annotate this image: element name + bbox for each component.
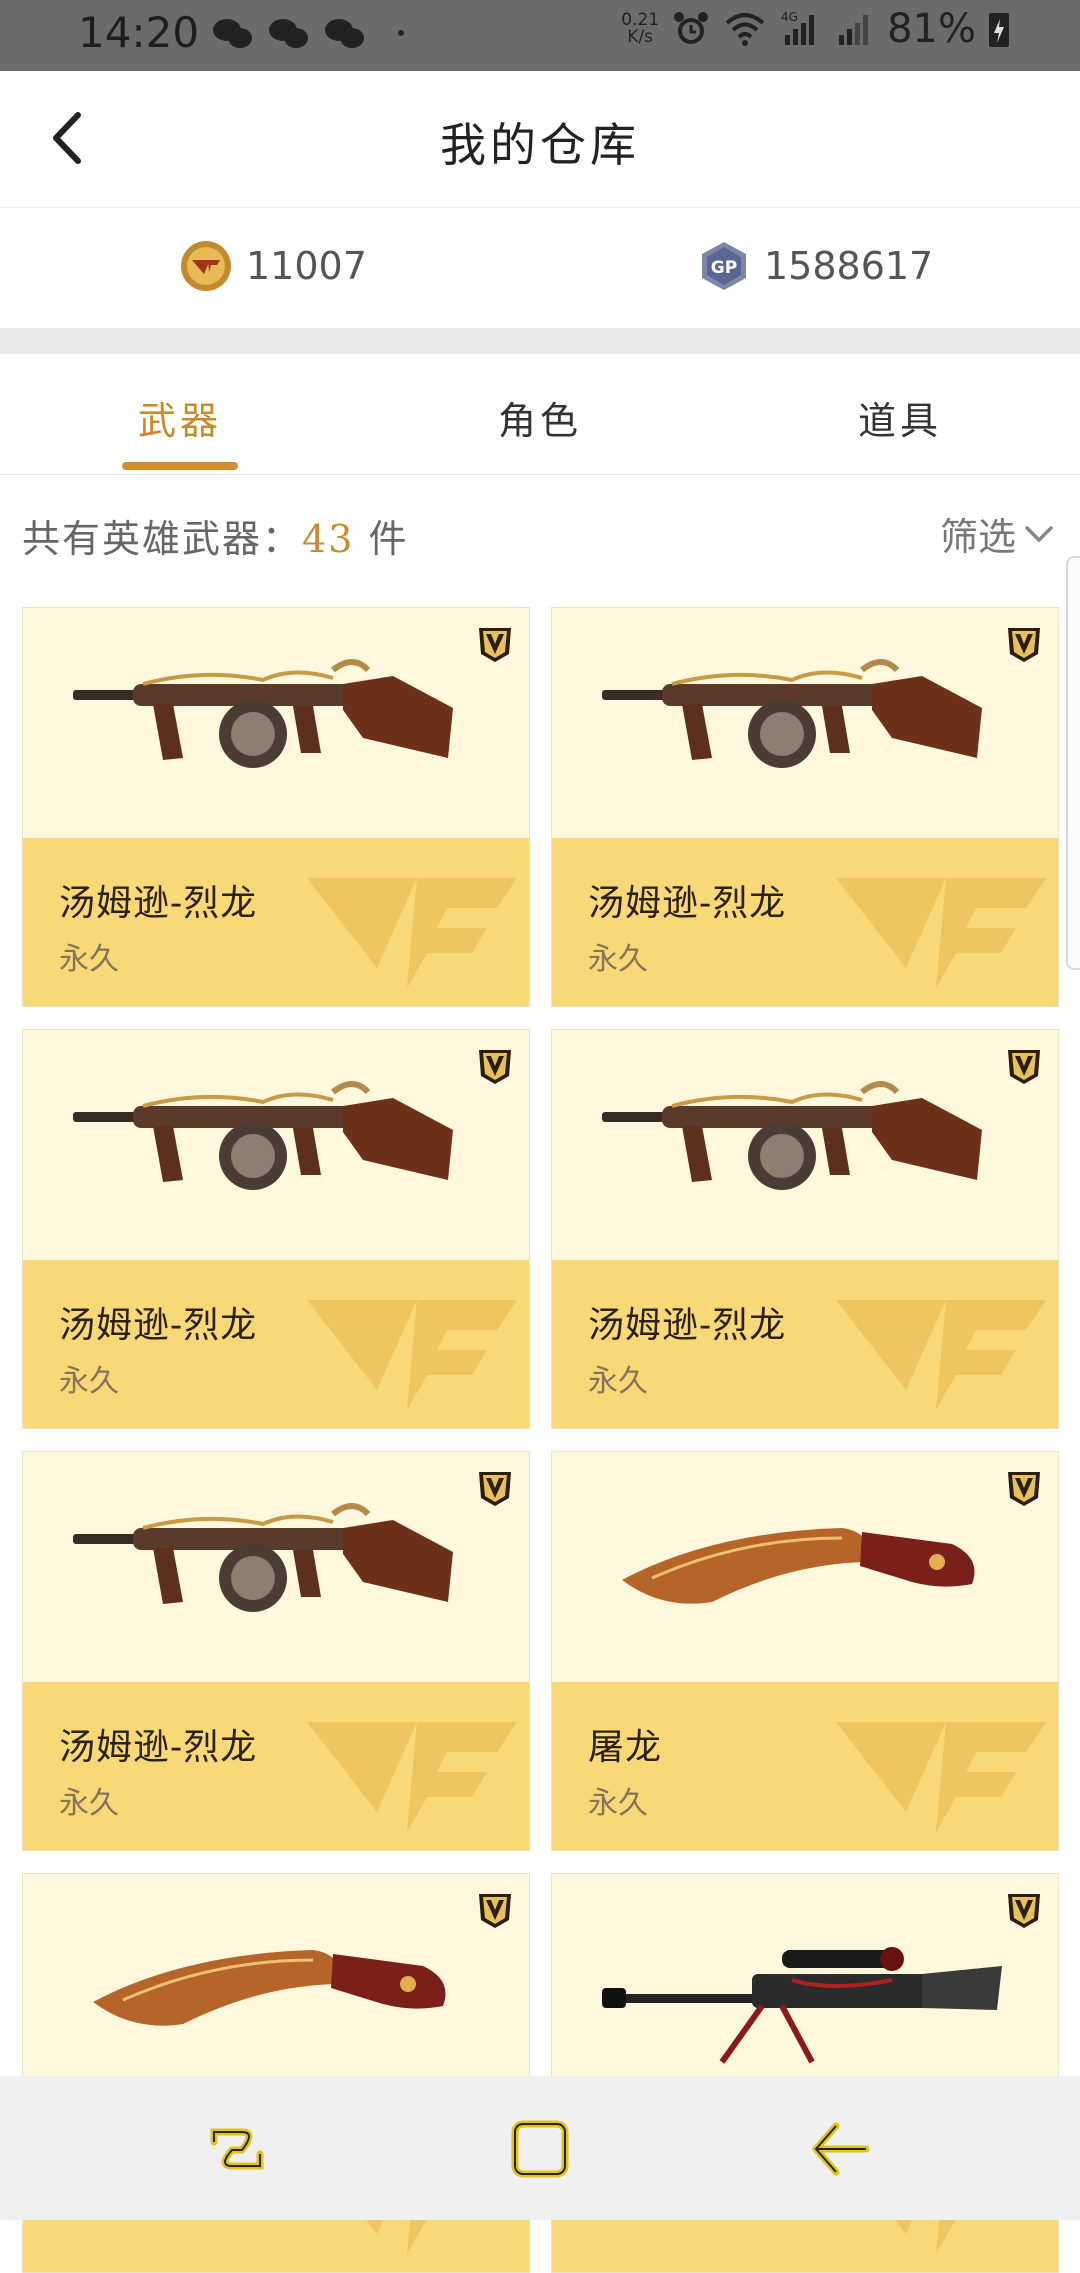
vip-badge-icon [1008,1894,1040,1928]
home-icon[interactable] [505,2114,575,2184]
weapon-card[interactable]: 汤姆逊-烈龙永久 [551,607,1059,1007]
vip-badge-icon [1008,1472,1040,1506]
vip-badge-icon [1008,1050,1040,1084]
network-speed: 0.21 K/s [621,10,660,47]
system-nav-bar [0,2076,1080,2220]
vip-badge-icon [479,628,511,662]
weapon-count-number: 43 [302,517,355,561]
weapon-duration: 永久 [59,942,119,977]
weapon-info-area: 汤姆逊-烈龙永久 [23,1682,529,1850]
battery-charging-icon [989,13,1009,47]
cf-watermark-logo [836,1300,1046,1410]
weapon-info-area: 屠龙 永久 [552,1682,1058,1850]
status-bar: 14:20 0.21 K/s 4G 81% [0,0,1080,71]
filter-button[interactable]: 筛选 [940,506,1056,561]
cf-points: 11007 [180,240,367,292]
more-notifications-dot [398,30,404,36]
status-time: 14:20 [78,8,200,57]
signal-icon [839,15,869,45]
weapon-image-area [23,1874,529,2104]
tab-characters[interactable]: 角色 [440,390,640,445]
vip-badge-icon [479,1472,511,1506]
weapon-name: 汤姆逊-烈龙 [59,1305,258,1346]
vip-badge-icon [1008,628,1040,662]
kukri-knife-image [622,1528,975,1604]
weapon-image-area [23,608,529,838]
scroll-handle[interactable] [1066,556,1080,970]
weapon-card[interactable]: 汤姆逊-烈龙永久 [22,1451,530,1851]
alarm-icon [674,12,709,44]
cf-points-value: 11007 [246,244,367,288]
weapon-name: 汤姆逊-烈龙 [59,1727,258,1768]
weapon-info-area: 汤姆逊-烈龙永久 [23,1260,529,1428]
weapon-image-area [552,1874,1058,2104]
weapon-image-area [552,1452,1058,1682]
vip-badge-icon [479,1894,511,1928]
tab-weapons[interactable]: 武器 [80,390,280,445]
weapon-name: 汤姆逊-烈龙 [588,1305,787,1346]
wechat-icon [266,14,310,54]
cf-watermark-logo [307,878,517,988]
smg-image [602,1081,982,1190]
chevron-down-icon [1025,525,1053,542]
cf-watermark-logo [307,1722,517,1832]
section-divider [0,328,1080,354]
cf-coin-icon [181,241,231,291]
weapon-name: 屠龙 [588,1727,663,1768]
weapon-info-area: 汤姆逊-烈龙永久 [552,1260,1058,1428]
filter-label: 筛选 [939,515,1016,559]
category-tabs: 武器 角色 道具 [0,354,1080,475]
cf-watermark-logo [836,1722,1046,1832]
svg-text:4G: 4G [781,10,798,24]
weapon-image-area [23,1452,529,1682]
weapon-duration: 永久 [588,942,648,977]
weapon-card[interactable]: 汤姆逊-烈龙永久 [22,1029,530,1429]
weapon-name: 汤姆逊-烈龙 [59,883,258,924]
smg-image [73,1503,453,1612]
weapon-card[interactable]: 汤姆逊-烈龙永久 [551,1029,1059,1429]
cf-watermark-logo [307,1300,517,1410]
weapon-card[interactable]: 汤姆逊-烈龙永久 [22,607,530,1007]
wechat-icon [322,14,366,54]
wechat-icon [210,14,254,54]
currency-bar: 11007 GP 1588617 [0,208,1080,328]
weapon-name: 汤姆逊-烈龙 [588,883,787,924]
weapon-image-area [23,1030,529,1260]
tab-items[interactable]: 道具 [800,390,1000,445]
signal-icon: 4G [781,10,815,45]
weapon-duration: 永久 [59,1364,119,1399]
notification-icons [210,14,366,54]
weapon-image-area [552,1030,1058,1260]
vip-badge-icon [479,1050,511,1084]
summary-row: 共有英雄武器：43 件 筛选 [0,476,1080,588]
cf-watermark-logo [836,878,1046,988]
weapon-duration: 永久 [588,1364,648,1399]
active-tab-indicator [122,462,238,470]
weapon-count: 共有英雄武器：43 件 [22,517,409,561]
weapon-image-area [552,608,1058,838]
gp-coin-icon: GP [702,242,746,290]
sniper-rifle-image [602,1947,1002,2064]
weapon-duration: 永久 [59,1786,119,1821]
page-title: 我的仓库 [440,118,640,172]
weapon-info-area: 汤姆逊-烈龙永久 [23,838,529,1006]
battery-percent: 81% [887,6,976,52]
weapon-card[interactable]: 屠龙 永久 [551,1451,1059,1851]
weapon-duration: 永久 [588,1786,648,1821]
smg-image [73,659,453,768]
wifi-icon [725,13,765,46]
svg-text:GP: GP [711,258,737,278]
smg-image [73,1081,453,1190]
back-icon[interactable] [806,2114,876,2184]
smg-image [602,659,982,768]
recent-apps-icon[interactable] [202,2114,272,2184]
weapon-info-area: 汤姆逊-烈龙永久 [552,838,1058,1006]
gp-points-value: 1588617 [764,244,934,288]
gp-points: GP 1588617 [698,240,933,292]
kukri-knife-image [93,1950,446,2026]
app-header: 我的仓库 [0,71,1080,208]
